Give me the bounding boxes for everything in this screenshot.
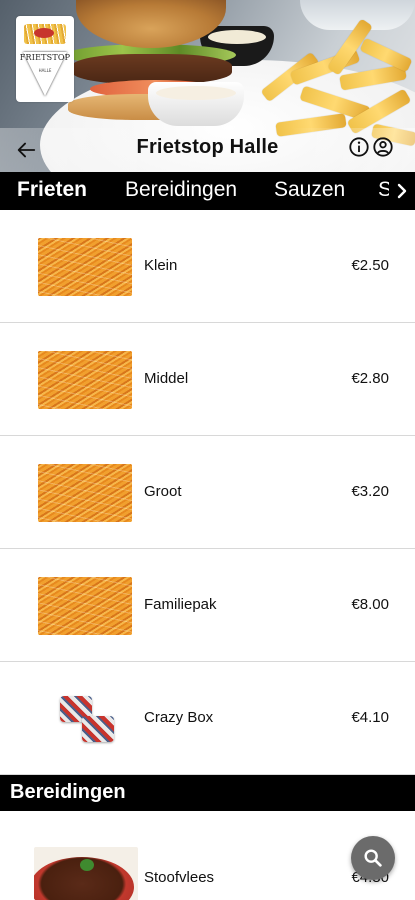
menu-item-name: Stoofvlees xyxy=(144,869,215,886)
tab-sauzen[interactable]: Sauzen xyxy=(274,178,345,202)
fries-photo xyxy=(38,351,132,409)
menu-item-price: €3.20 xyxy=(351,483,389,500)
menu-item-name: Familiepak xyxy=(144,596,217,613)
account-button[interactable] xyxy=(372,136,394,158)
box-graphic xyxy=(82,716,114,742)
tab-bereidingen[interactable]: Bereidingen xyxy=(125,178,237,202)
info-button[interactable] xyxy=(348,136,370,158)
stoofvlees-photo xyxy=(34,847,138,900)
menu-item-price: €8.00 xyxy=(351,596,389,613)
menu-item[interactable]: Familiepak €8.00 xyxy=(0,549,415,662)
hero-sauce-cup xyxy=(148,82,244,126)
menu-item-name: Groot xyxy=(144,483,182,500)
logo-fries-graphic xyxy=(24,24,66,44)
section-header-bereidingen: Bereidingen xyxy=(0,775,415,811)
menu-item-image xyxy=(34,847,138,900)
fries-photo xyxy=(38,238,132,296)
category-tab-bar: Frieten Bereidingen Sauzen Snacks xyxy=(0,172,415,210)
search-fab-button[interactable] xyxy=(351,836,395,880)
menu-item-image xyxy=(38,351,132,409)
menu-item-image xyxy=(38,464,132,522)
fries-photo xyxy=(38,577,132,635)
menu-item[interactable]: Klein €2.50 xyxy=(0,210,415,323)
hero-banner: FRIETSTOP HALLE Frietstop Halle xyxy=(0,0,415,172)
info-circle-icon xyxy=(349,137,369,157)
menu-item[interactable]: Crazy Box €4.10 xyxy=(0,662,415,775)
restaurant-logo: FRIETSTOP HALLE xyxy=(16,16,74,102)
logo-wordmark: FRIETSTOP xyxy=(19,53,71,62)
chevron-right-icon xyxy=(397,183,407,199)
menu-item-price: €4.10 xyxy=(351,709,389,726)
menu-item-name: Klein xyxy=(144,257,178,274)
account-circle-icon xyxy=(373,137,393,157)
search-icon xyxy=(364,849,382,867)
menu-item[interactable]: Middel €2.80 xyxy=(0,323,415,436)
herb-graphic xyxy=(80,859,94,871)
logo-subtext: HALLE xyxy=(38,68,52,73)
menu-item-image xyxy=(38,577,132,635)
crazy-box-photo xyxy=(38,690,132,748)
menu-item-image xyxy=(38,238,132,296)
tabs-scroll-right-button[interactable] xyxy=(389,172,415,210)
menu-item[interactable]: Groot €3.20 xyxy=(0,436,415,549)
tab-frieten[interactable]: Frieten xyxy=(17,178,87,202)
menu-item-image xyxy=(38,690,132,748)
menu-item-name: Crazy Box xyxy=(144,709,214,726)
fries-photo xyxy=(38,464,132,522)
menu-item-price: €2.80 xyxy=(351,370,389,387)
top-bar: Frietstop Halle xyxy=(0,128,415,172)
menu-item-name: Middel xyxy=(144,370,189,387)
menu-item-price: €2.50 xyxy=(351,257,389,274)
